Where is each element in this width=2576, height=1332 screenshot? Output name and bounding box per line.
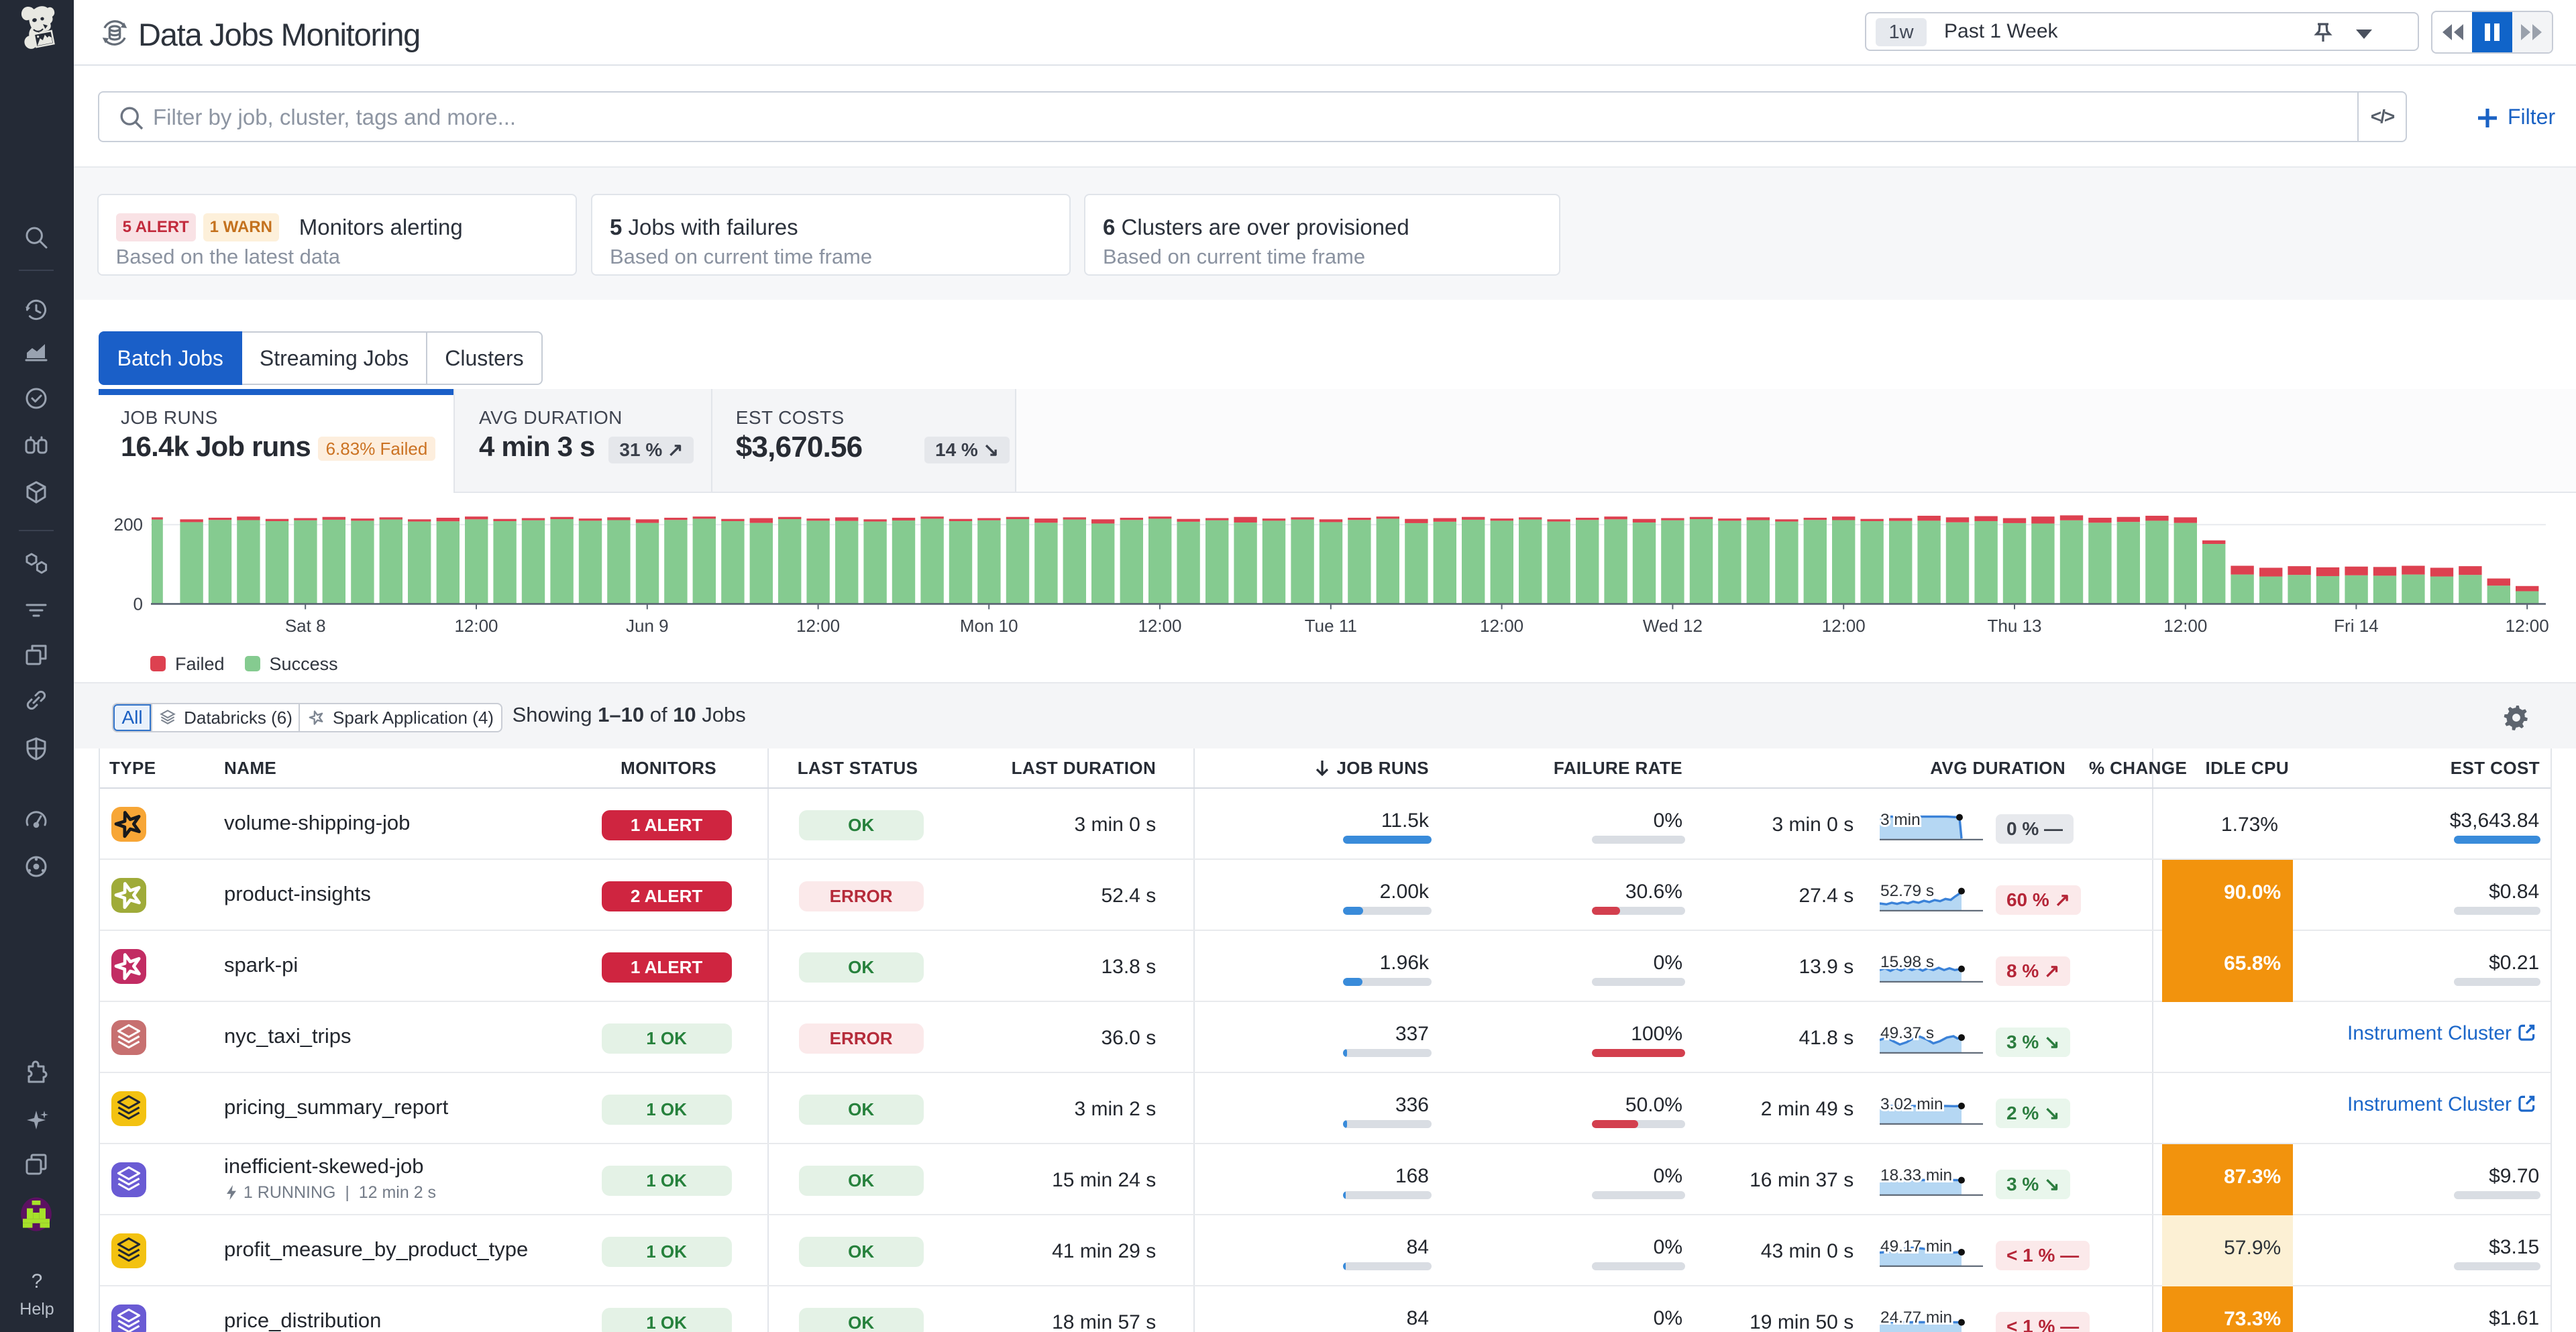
svg-text:12:00: 12:00 (454, 616, 498, 636)
svg-text:12:00: 12:00 (2163, 616, 2207, 636)
svg-text:49.37 s: 49.37 s (1880, 1024, 1934, 1042)
svg-text:52.79 s: 52.79 s (1880, 882, 1934, 900)
svg-text:Thu 13: Thu 13 (1987, 616, 2041, 636)
svg-text:3 min: 3 min (1880, 811, 1921, 829)
svg-text:12:00: 12:00 (796, 616, 840, 636)
svg-text:Sat 8: Sat 8 (284, 616, 325, 636)
svg-text:Jun 9: Jun 9 (626, 616, 669, 636)
svg-text:0: 0 (133, 594, 142, 614)
svg-text:Tue 11: Tue 11 (1304, 616, 1356, 636)
svg-text:49.17 min: 49.17 min (1880, 1237, 1952, 1256)
svg-text:12:00: 12:00 (1138, 616, 1181, 636)
svg-text:12:00: 12:00 (1480, 616, 1523, 636)
svg-text:200: 200 (113, 514, 142, 535)
svg-text:12:00: 12:00 (1821, 616, 1865, 636)
svg-text:15.98 s: 15.98 s (1880, 953, 1934, 971)
svg-text:Mon 10: Mon 10 (959, 616, 1018, 636)
svg-text:18.33 min: 18.33 min (1880, 1166, 1952, 1184)
svg-text:3.02 min: 3.02 min (1880, 1095, 1943, 1113)
svg-text:Wed 12: Wed 12 (1642, 616, 1702, 636)
svg-text:24.77 min: 24.77 min (1880, 1309, 1952, 1327)
svg-text:12:00: 12:00 (2505, 616, 2548, 636)
svg-text:Fri 14: Fri 14 (2334, 616, 2378, 636)
